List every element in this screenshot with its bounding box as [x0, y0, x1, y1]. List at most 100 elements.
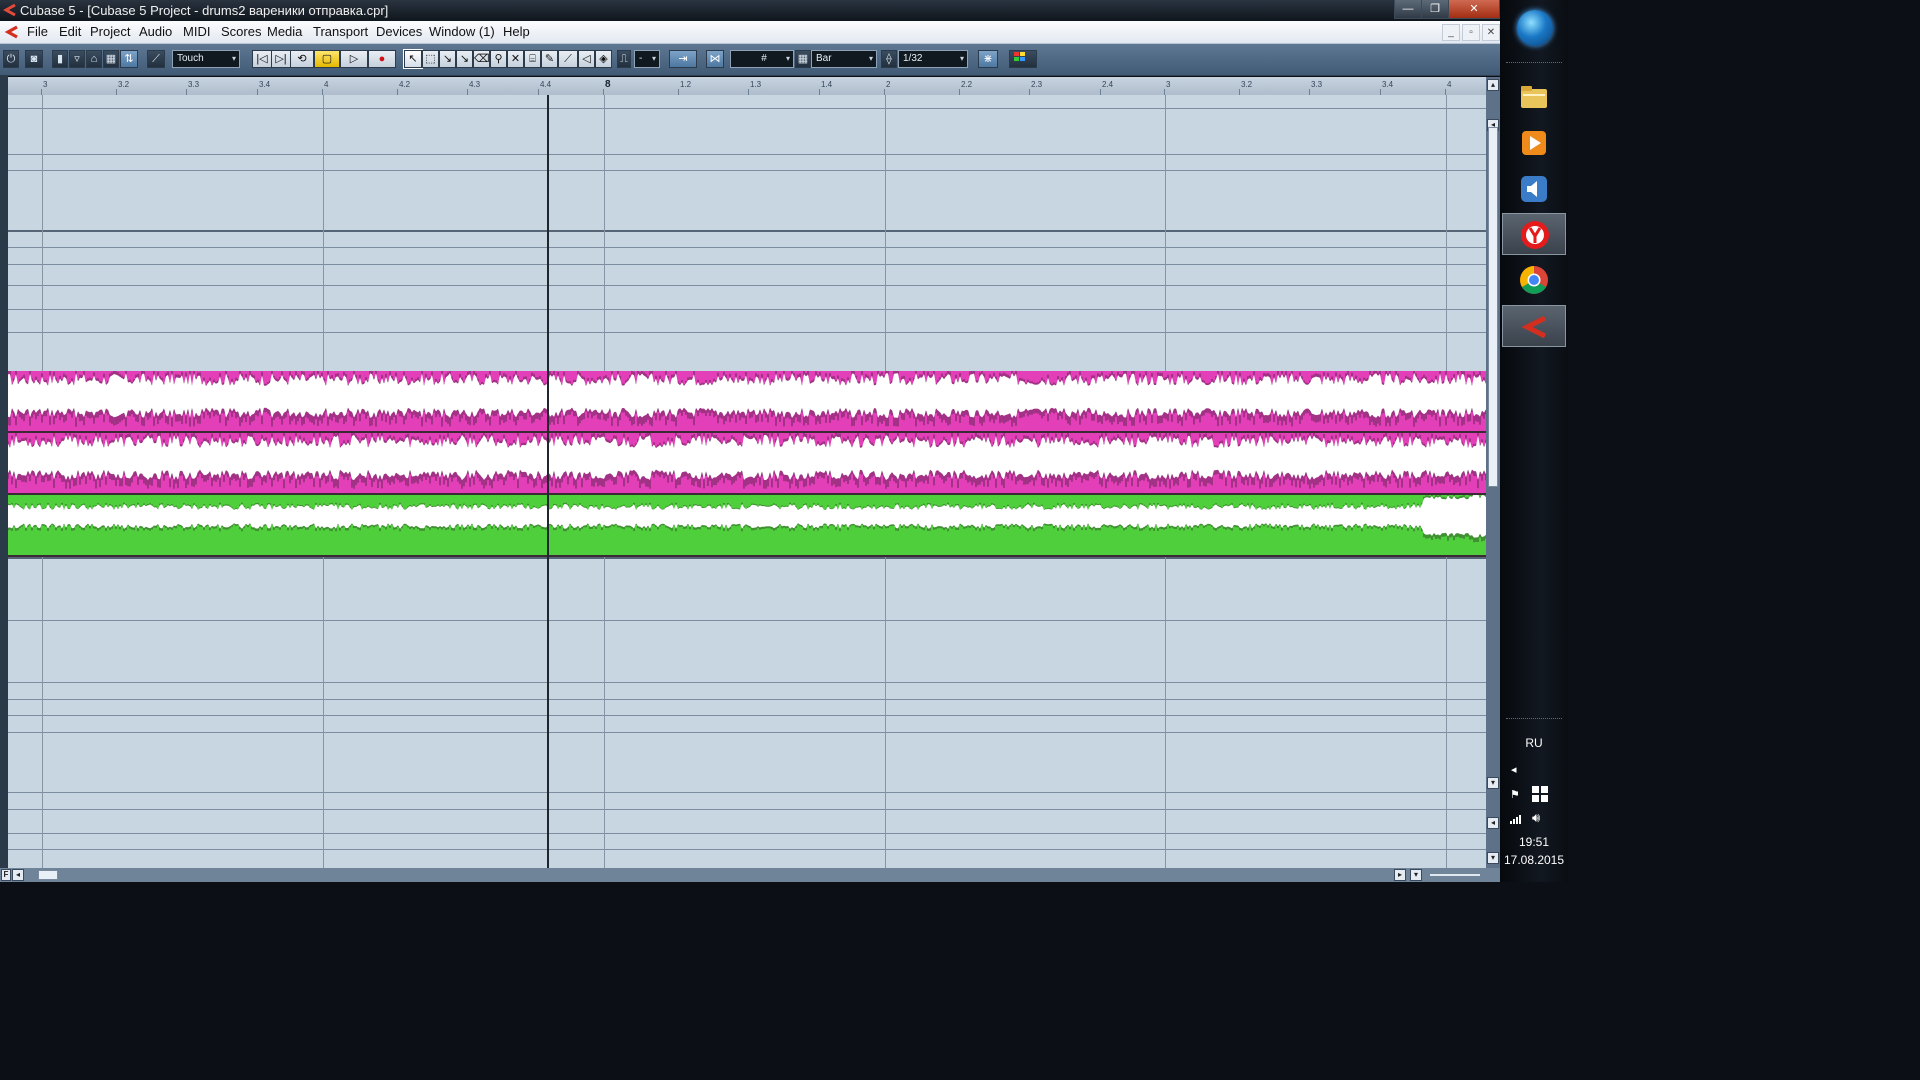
mute-tool[interactable]: ✕: [507, 50, 524, 68]
show-pool-button[interactable]: ▦: [103, 50, 119, 68]
audio-event-green[interactable]: [8, 495, 1486, 557]
document-restore-button[interactable]: ▫: [1462, 24, 1480, 41]
line-tool[interactable]: ⟋: [558, 50, 578, 68]
quantize-settings-button[interactable]: ⋇: [978, 50, 998, 68]
activate-project-button[interactable]: ⏻: [3, 50, 19, 68]
snap-type-select[interactable]: # ▾: [730, 50, 794, 68]
left-edge-strip: [0, 75, 8, 868]
glue-tool[interactable]: ↘: [456, 50, 473, 68]
track-divider: [8, 620, 1486, 621]
menu-transport[interactable]: Transport: [313, 24, 368, 39]
record-button[interactable]: ●: [368, 50, 396, 68]
network-icon[interactable]: [1510, 812, 1524, 827]
object-selection-tool[interactable]: ↖: [403, 49, 423, 69]
auto-scroll-button[interactable]: ⇥: [669, 50, 697, 68]
draw-tool[interactable]: ✎: [541, 50, 558, 68]
cycle-button[interactable]: ⟲: [290, 50, 314, 68]
color-tool[interactable]: ◈: [595, 50, 612, 68]
grid-type-icon[interactable]: ▦: [795, 50, 811, 68]
action-center-flag-icon[interactable]: ⚑: [1510, 788, 1520, 801]
horizontal-scrollbar[interactable]: F ◂ ▸ ▾: [0, 868, 1500, 882]
grid-type-select[interactable]: Bar ▾: [811, 50, 877, 68]
play-button[interactable]: ▷: [340, 50, 368, 68]
show-infoline-button[interactable]: ▿: [69, 50, 85, 68]
title-bar: Cubase 5 - [Cubase 5 Project - drums2 ва…: [0, 0, 1500, 21]
language-indicator[interactable]: RU: [1500, 736, 1568, 750]
audio-event-pink-1[interactable]: [8, 371, 1486, 433]
zoom-tool[interactable]: ⚲: [490, 50, 507, 68]
show-overview-button[interactable]: ⌂: [86, 50, 102, 68]
range-selection-tool[interactable]: ⬚: [422, 50, 439, 68]
document-close-button[interactable]: ✕: [1482, 24, 1500, 41]
menu-audio[interactable]: Audio: [139, 24, 172, 39]
taskbar-volume-app[interactable]: [1502, 168, 1566, 210]
ruler-label: 1.3: [750, 80, 762, 89]
nudge-select[interactable]: - ▾: [634, 50, 660, 68]
stop-button[interactable]: ▢: [314, 50, 340, 68]
quantize-select[interactable]: 1/32 ▾: [898, 50, 968, 68]
menu-midi[interactable]: MIDI: [183, 24, 210, 39]
scroll-up-top-icon[interactable]: ▴: [1487, 79, 1499, 91]
taskbar-cubase[interactable]: [1502, 305, 1566, 347]
menu-help[interactable]: Help: [503, 24, 530, 39]
time-warp-tool[interactable]: ⌸: [524, 50, 541, 68]
window-minimize-button[interactable]: —: [1394, 0, 1422, 19]
track-divider: [8, 833, 1486, 834]
volume-icon[interactable]: 🔊︎: [1532, 810, 1540, 826]
window-maximize-button[interactable]: ❐: [1421, 0, 1449, 19]
audio-event-pink-2[interactable]: [8, 433, 1486, 495]
start-button[interactable]: [1517, 10, 1553, 46]
automation-mode-icon[interactable]: ⟋: [147, 50, 165, 68]
go-to-previous-marker-button[interactable]: |◁: [252, 50, 272, 68]
quantize-icon[interactable]: ⟠: [881, 50, 897, 68]
menu-window[interactable]: Window (1): [429, 24, 495, 39]
horizontal-zoom-slider[interactable]: [1430, 874, 1480, 876]
menu-devices[interactable]: Devices: [376, 24, 422, 39]
document-minimize-button[interactable]: _: [1442, 24, 1460, 41]
snap-to-zero-crossing-button[interactable]: ⋈: [706, 50, 724, 68]
nudge-icon[interactable]: ⎍: [617, 50, 631, 68]
scroll-down-icon[interactable]: ▾: [1487, 777, 1499, 789]
show-inspector-button[interactable]: ▮: [52, 50, 68, 68]
zoom-menu-icon[interactable]: ▾: [1410, 869, 1422, 881]
menu-bar: File Edit Project Audio MIDI Scores Medi…: [0, 21, 1500, 44]
color-menu-button[interactable]: [1009, 50, 1037, 68]
scroll-left-icon[interactable]: ◂: [12, 869, 24, 881]
play-tool[interactable]: ◁: [578, 50, 595, 68]
timeline-ruler[interactable]: 3 3.2 3.3 3.4 4 4.2 4.3 4.4 8 1.2 1.3 1.4 2 2.2 2.3 2.4…: [8, 77, 1486, 96]
zoom-out-vertical-icon[interactable]: ◂: [1487, 817, 1499, 829]
automation-mode-value: Touch: [177, 53, 204, 64]
windows-logo-icon[interactable]: [1532, 786, 1548, 805]
show-mixer-button[interactable]: ⇅: [120, 50, 138, 68]
show-hidden-icons-icon[interactable]: ◂: [1511, 763, 1517, 776]
taskbar-explorer[interactable]: [1502, 76, 1566, 118]
taskbar-media-player[interactable]: [1502, 122, 1566, 164]
vertical-scroll-thumb[interactable]: [1488, 127, 1498, 487]
horizontal-scroll-thumb[interactable]: [38, 870, 58, 880]
menu-file[interactable]: File: [27, 24, 48, 39]
scroll-right-icon[interactable]: ▸: [1394, 869, 1406, 881]
constrain-delay-button[interactable]: ◙: [25, 50, 43, 68]
cubase-logo-icon[interactable]: [4, 24, 20, 40]
go-to-next-marker-button[interactable]: ▷|: [271, 50, 291, 68]
ruler-label: 2.3: [1031, 80, 1043, 89]
clock-time[interactable]: 19:51: [1500, 835, 1568, 849]
erase-tool[interactable]: ⌫: [473, 50, 490, 68]
taskbar-chrome[interactable]: [1502, 259, 1566, 301]
automation-mode-select[interactable]: Touch ▾: [172, 50, 240, 68]
chevron-down-icon: ▾: [785, 54, 790, 63]
scroll-bottom-icon[interactable]: ▾: [1487, 852, 1499, 864]
menu-scores[interactable]: Scores: [221, 24, 261, 39]
project-cursor[interactable]: [547, 95, 549, 868]
windows-taskbar: RU ◂ ⚑ 🔊︎ 19:51 17.08.2015: [1500, 0, 1568, 882]
track-divider: [8, 309, 1486, 310]
menu-project[interactable]: Project: [90, 24, 130, 39]
clock-date[interactable]: 17.08.2015: [1500, 853, 1568, 867]
split-tool[interactable]: ↘: [439, 50, 456, 68]
menu-edit[interactable]: Edit: [59, 24, 81, 39]
vertical-scrollbar[interactable]: ▴ ◂ ▾ ◂ ▾: [1486, 77, 1500, 868]
window-close-button[interactable]: ✕: [1448, 0, 1500, 19]
taskbar-yandex-browser[interactable]: [1502, 213, 1566, 255]
menu-media[interactable]: Media: [267, 24, 302, 39]
arrange-window[interactable]: [8, 95, 1486, 868]
